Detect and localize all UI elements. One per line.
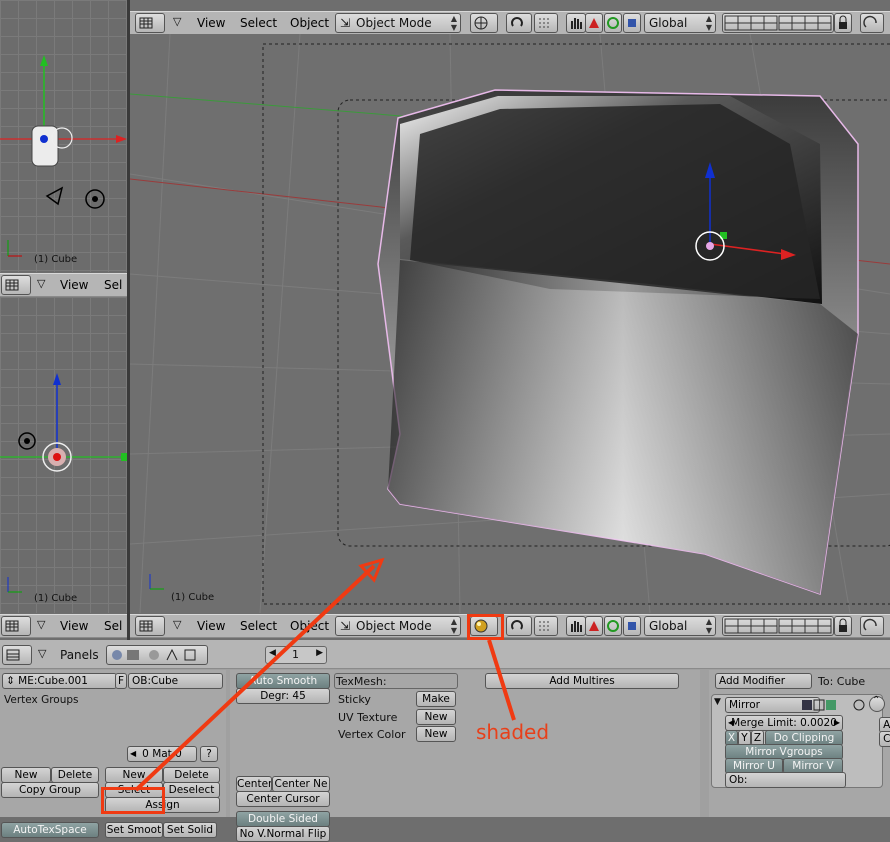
autotexspace-button[interactable]: AutoTexSpace — [1, 822, 99, 838]
no-vnormal-flip-toggle[interactable]: No V.Normal Flip — [236, 826, 330, 842]
set-solid-button[interactable]: Set Solid — [163, 822, 217, 838]
shaded-annotation: shaded — [476, 720, 550, 744]
set-smooth-button[interactable]: Set Smoot — [105, 822, 163, 838]
annotation-arrows — [134, 557, 516, 792]
